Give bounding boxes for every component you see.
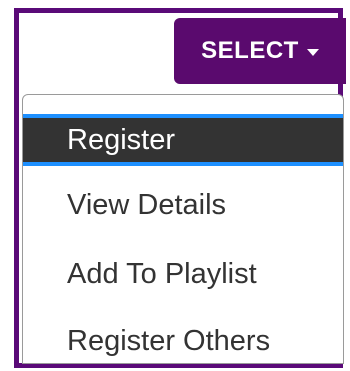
select-button-label: SELECT [201,37,299,64]
menu-item-label: Register [67,124,175,156]
menu-item-add-to-playlist[interactable]: Add To Playlist [23,252,343,296]
caret-down-icon [306,49,319,56]
menu-item-view-details[interactable]: View Details [23,183,343,227]
dropdown-frame: SELECT Register View Details Add To Play… [14,8,346,368]
menu-item-register-others[interactable]: Register Others [23,319,343,363]
select-dropdown-button[interactable]: SELECT [174,18,346,84]
menu-item-label: Register Others [67,325,271,357]
menu-item-label: Add To Playlist [67,258,257,290]
dropdown-menu: Register View Details Add To Playlist Re… [22,94,344,364]
menu-item-register[interactable]: Register [23,114,343,166]
menu-item-label: View Details [67,189,227,221]
